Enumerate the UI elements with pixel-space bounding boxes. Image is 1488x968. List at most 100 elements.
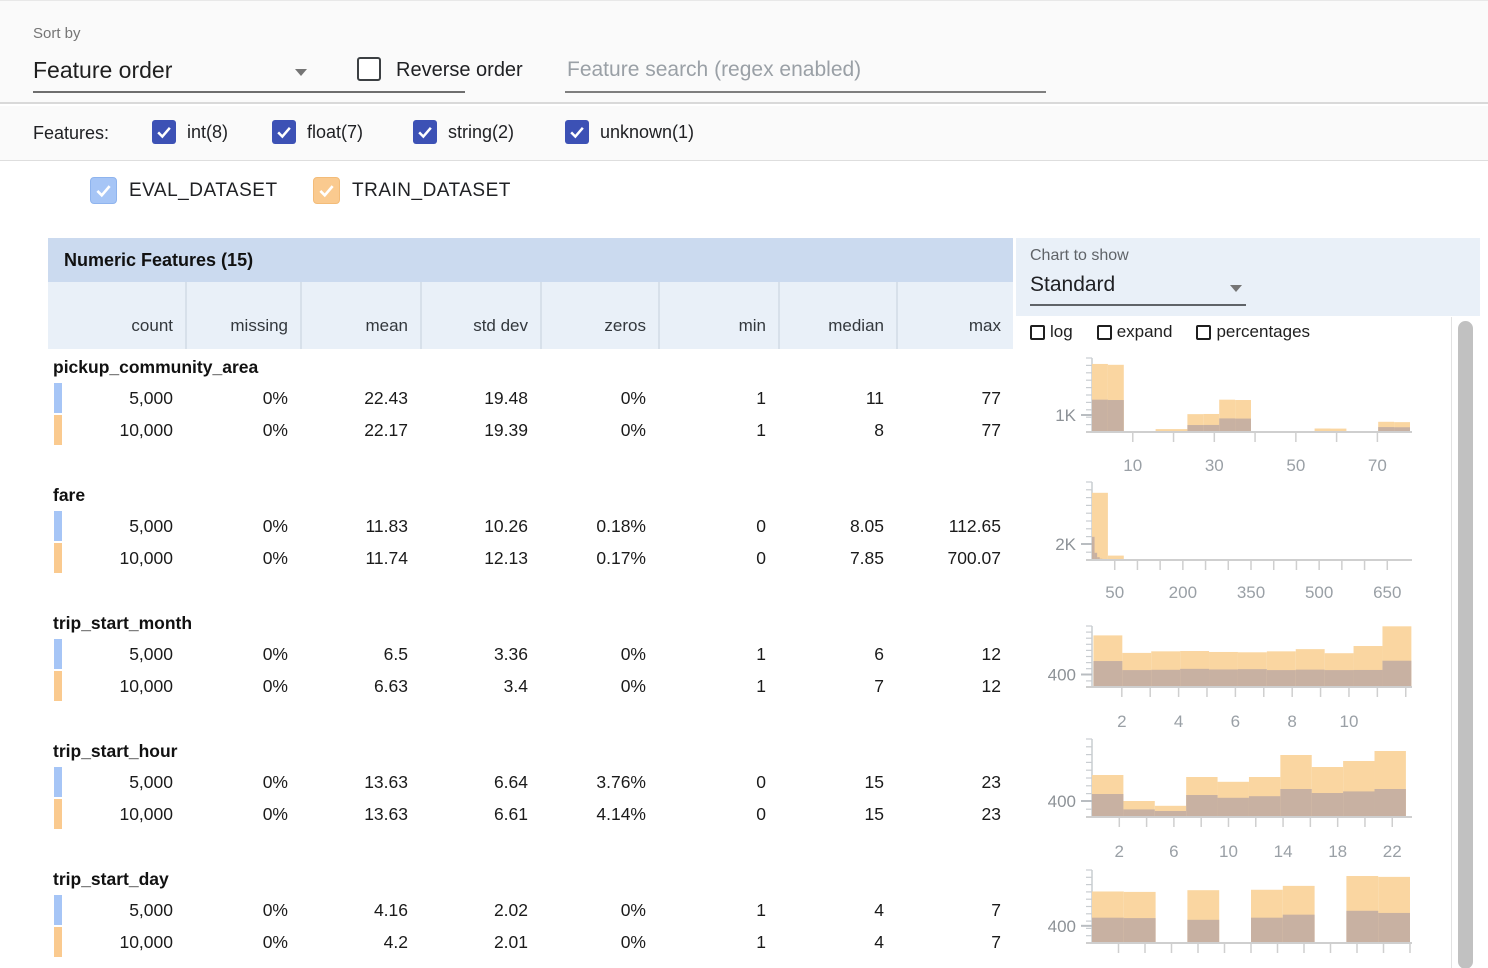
chart-to-show-label: Chart to show	[1030, 247, 1129, 265]
column-header-min: min	[658, 282, 778, 349]
feature-type-filter-unknown[interactable]: unknown(1)	[565, 120, 694, 144]
toolbar: Sort by Feature order Reverse order	[0, 1, 1488, 104]
svg-text:50: 50	[1286, 456, 1305, 475]
checkbox-unchecked[interactable]	[1196, 325, 1211, 340]
svg-text:400: 400	[1048, 792, 1076, 811]
stat-cell: 3.36	[420, 638, 540, 670]
dataset-color-swatch	[54, 543, 62, 573]
sort-by-label: Sort by	[33, 25, 81, 42]
chart-option-expand[interactable]: expand	[1097, 322, 1173, 342]
svg-text:14: 14	[1274, 842, 1293, 861]
stat-cell: 22.17	[300, 414, 420, 446]
stat-cell: 4.16	[300, 894, 420, 926]
column-header-missing: missing	[185, 282, 300, 349]
svg-text:2K: 2K	[1055, 535, 1076, 554]
svg-text:6: 6	[1169, 842, 1178, 861]
checkbox-checked[interactable]	[152, 120, 176, 144]
column-header-std-dev: std dev	[420, 282, 540, 349]
svg-text:2: 2	[1115, 842, 1124, 861]
svg-text:350: 350	[1237, 583, 1265, 602]
column-header-mean: mean	[300, 282, 420, 349]
feature-type-filter-int[interactable]: int(8)	[152, 120, 228, 144]
checkmark-icon	[567, 122, 587, 142]
stat-cell: 0%	[540, 414, 658, 446]
stat-cell: 4.14%	[540, 798, 658, 830]
stat-cell: 12	[896, 638, 1013, 670]
stat-cell: 7.85	[778, 542, 896, 574]
dataset-color-swatch	[54, 895, 62, 925]
scrollbar-track[interactable]	[1451, 317, 1452, 968]
chart-option-log[interactable]: log	[1030, 322, 1073, 342]
chevron-down-icon	[1230, 285, 1242, 292]
feature-stats-row-train_dataset: 10,0000%6.633.40%1712	[48, 670, 1013, 702]
checkbox-checked[interactable]	[272, 120, 296, 144]
checkbox-checked[interactable]	[413, 120, 437, 144]
dataset-toggle-train_dataset[interactable]: TRAIN_DATASET	[313, 177, 511, 204]
dataset-color-swatch	[54, 415, 62, 445]
column-header-max: max	[896, 282, 1013, 349]
feature-block-pickup_community_area: pickup_community_area5,0000%22.4319.480%…	[48, 349, 1013, 477]
feature-name: trip_start_day	[48, 866, 1013, 894]
checkbox-unchecked[interactable]	[1097, 325, 1112, 340]
dataset-label: TRAIN_DATASET	[352, 180, 511, 202]
feature-type-label: unknown(1)	[600, 122, 694, 143]
reverse-order-checkbox[interactable]	[357, 57, 381, 81]
dataset-color-swatch	[54, 927, 62, 957]
dataset-toggle-eval_dataset[interactable]: EVAL_DATASET	[90, 177, 278, 204]
stat-cell: 1	[658, 638, 778, 670]
dataset-label: EVAL_DATASET	[129, 180, 278, 202]
stat-cell: 23	[896, 766, 1013, 798]
checkbox-unchecked[interactable]	[1030, 325, 1045, 340]
chevron-down-icon	[295, 69, 307, 76]
stat-cell: 5,000	[48, 766, 185, 798]
feature-type-filter-bar: Features: int(8) float(7) string(2) unknown…	[0, 106, 1488, 161]
stat-cell: 8	[778, 414, 896, 446]
stat-cell: 6.63	[300, 670, 420, 702]
stat-cell: 15	[778, 798, 896, 830]
stat-cell: 23	[896, 798, 1013, 830]
stat-cell: 0%	[185, 798, 300, 830]
stat-cell: 0%	[185, 926, 300, 958]
stat-cell: 0	[658, 766, 778, 798]
stat-cell: 10,000	[48, 542, 185, 574]
svg-text:70: 70	[1368, 456, 1387, 475]
svg-text:10: 10	[1123, 456, 1142, 475]
stat-cell: 0%	[540, 926, 658, 958]
chart-type-select[interactable]: Standard	[1030, 271, 1246, 306]
checkbox-checked[interactable]	[313, 177, 340, 204]
checkmark-icon	[154, 122, 174, 142]
stat-cell: 7	[896, 926, 1013, 958]
svg-text:10: 10	[1219, 842, 1238, 861]
checkbox-checked[interactable]	[565, 120, 589, 144]
feature-stats-row-train_dataset: 10,0000%13.636.614.14%01523	[48, 798, 1013, 830]
chart-option-checkboxes: log expand percentages	[1030, 322, 1310, 342]
svg-text:1K: 1K	[1055, 406, 1076, 425]
stat-cell: 1	[658, 414, 778, 446]
stat-cell: 0%	[185, 670, 300, 702]
checkbox-checked[interactable]	[90, 177, 117, 204]
feature-name: trip_start_month	[48, 610, 1013, 638]
svg-text:6: 6	[1231, 712, 1240, 731]
stat-cell: 0%	[185, 510, 300, 542]
feature-stats-row-eval_dataset: 5,0000%4.162.020%147	[48, 894, 1013, 926]
svg-text:400: 400	[1048, 665, 1076, 684]
features-label: Features:	[33, 123, 109, 144]
svg-text:200: 200	[1169, 583, 1197, 602]
svg-text:500: 500	[1305, 583, 1333, 602]
stat-cell: 0%	[185, 382, 300, 414]
scrollbar-thumb[interactable]	[1458, 321, 1473, 968]
feature-type-filter-float[interactable]: float(7)	[272, 120, 363, 144]
chart-option-percentages[interactable]: percentages	[1196, 322, 1310, 342]
feature-stats-row-train_dataset: 10,0000%11.7412.130.17%07.85700.07	[48, 542, 1013, 574]
dataset-color-swatch	[54, 639, 62, 669]
feature-type-filter-string[interactable]: string(2)	[413, 120, 514, 144]
stat-cell: 0%	[185, 542, 300, 574]
stat-cell: 3.4	[420, 670, 540, 702]
feature-search-input[interactable]	[565, 49, 1046, 93]
dataset-color-swatch	[54, 671, 62, 701]
feature-stats-row-train_dataset: 10,0000%22.1719.390%1877	[48, 414, 1013, 446]
checkmark-icon	[415, 122, 435, 142]
feature-stats-row-eval_dataset: 5,0000%6.53.360%1612	[48, 638, 1013, 670]
stat-cell: 8.05	[778, 510, 896, 542]
stat-cell: 0	[658, 798, 778, 830]
